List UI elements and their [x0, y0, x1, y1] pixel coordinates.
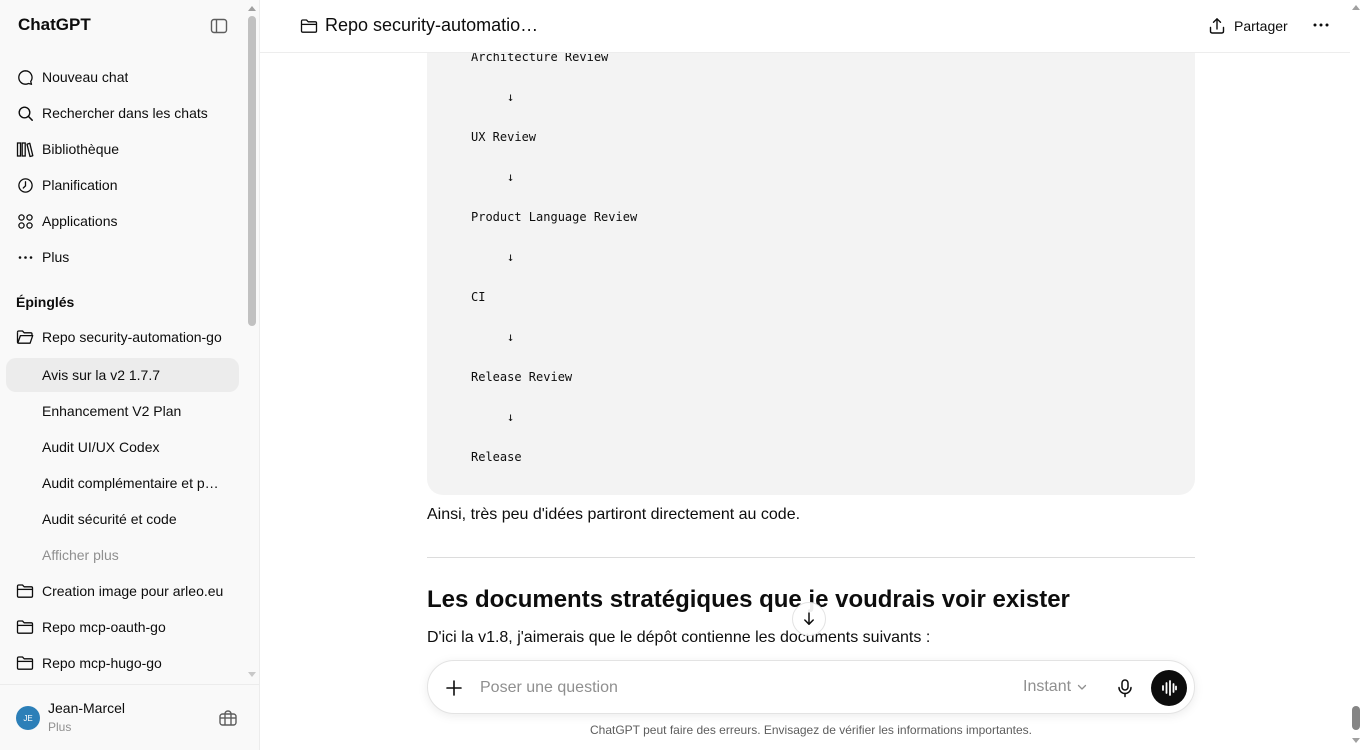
sidebar-item-search[interactable]: Rechercher dans les chats — [6, 96, 239, 130]
sidebar-scrollbar[interactable] — [246, 4, 258, 684]
folder-icon — [16, 618, 34, 636]
sidebar-item-label: Rechercher dans les chats — [42, 105, 208, 121]
scroll-down-arrow-icon[interactable] — [1352, 738, 1360, 743]
voice-mode-button[interactable] — [1151, 670, 1187, 706]
conversation-area: Architecture Review ↓ UX Review ↓ Produc… — [260, 53, 1350, 750]
new-chat-icon — [16, 68, 34, 86]
avatar: JE — [16, 706, 40, 730]
project-chat-item[interactable]: Enhancement V2 Plan — [6, 394, 239, 428]
code-arrow: ↓ — [507, 330, 515, 344]
folder-open-icon — [16, 328, 34, 346]
chat-label: Audit complémentaire et p… — [42, 475, 219, 491]
user-plan: Plus — [48, 720, 72, 734]
show-more-link[interactable]: Afficher plus — [6, 538, 239, 572]
scroll-up-arrow-icon[interactable] — [1352, 5, 1360, 10]
sidebar-item-label: Creation image pour arleo.eu — [42, 583, 224, 599]
scrollbar-thumb[interactable] — [248, 16, 256, 326]
main-panel: Repo security-automatio… Partager Archit… — [260, 0, 1362, 750]
folder-icon — [300, 17, 318, 35]
divider — [427, 557, 1195, 558]
code-line: Product Language Review — [471, 210, 638, 224]
sidebar: ChatGPT Nouveau chat Rechercher dans les… — [0, 0, 260, 750]
scroll-to-bottom-button[interactable] — [792, 602, 826, 636]
code-line: Release Review — [471, 370, 573, 384]
code-arrow: ↓ — [507, 250, 515, 264]
microphone-icon[interactable] — [1114, 677, 1136, 699]
sidebar-item-more[interactable]: Plus — [6, 240, 239, 274]
chat-label: Avis sur la v2 1.7.7 — [42, 367, 161, 383]
sidebar-item-applications[interactable]: Applications — [6, 204, 239, 238]
sidebar-scroll-area: Nouveau chat Rechercher dans les chats B… — [0, 52, 246, 684]
code-line: Architecture Review — [471, 53, 609, 64]
code-block: Architecture Review ↓ UX Review ↓ Produc… — [427, 53, 1195, 495]
code-arrow: ↓ — [507, 90, 515, 104]
scroll-up-arrow-icon[interactable] — [248, 6, 256, 11]
voice-waveform-icon — [1162, 680, 1177, 696]
message-composer: Instant — [427, 660, 1195, 714]
chat-label: Enhancement V2 Plan — [42, 403, 182, 419]
more-dots-icon — [16, 248, 34, 266]
code-line: CI — [471, 290, 486, 304]
response-paragraph: D'ici la v1.8, j'aimerais que le dépôt c… — [427, 629, 931, 646]
search-icon — [16, 104, 34, 122]
response-paragraph: Ainsi, très peu d'idées partiront direct… — [427, 506, 801, 523]
sidebar-item-label: Planification — [42, 177, 118, 193]
share-upload-icon — [1208, 17, 1226, 35]
pinned-section-title: Épinglés — [16, 294, 75, 310]
code-arrow: ↓ — [507, 410, 515, 424]
show-more-label: Afficher plus — [42, 547, 119, 563]
share-button[interactable]: Partager — [1208, 12, 1288, 40]
model-label: Instant — [1023, 678, 1072, 695]
chat-label: Audit UI/UX Codex — [42, 439, 160, 455]
brand-logo[interactable]: ChatGPT — [18, 15, 91, 35]
clock-icon — [16, 176, 34, 194]
sidebar-item-new-chat[interactable]: Nouveau chat — [6, 60, 239, 94]
code-line: Release — [471, 450, 522, 464]
share-label: Partager — [1234, 18, 1288, 34]
sidebar-item-label: Repo security-automation-go — [42, 329, 222, 345]
folder-icon — [16, 582, 34, 600]
gift-icon[interactable] — [218, 709, 238, 727]
sidebar-item-label: Bibliothèque — [42, 141, 120, 157]
arrow-down-icon — [804, 612, 814, 625]
code-arrow: ↓ — [507, 170, 515, 184]
chatgpt-app: ChatGPT Nouveau chat Rechercher dans les… — [0, 0, 1362, 750]
code-line: UX Review — [471, 130, 537, 144]
sidebar-item-label: Applications — [42, 213, 118, 229]
chevron-down-icon — [1077, 684, 1087, 690]
sidebar-header: ChatGPT — [0, 0, 260, 52]
project-title[interactable]: Repo security-automatio… — [325, 15, 538, 36]
top-bar: Repo security-automatio… Partager — [260, 0, 1350, 53]
library-icon — [16, 140, 34, 158]
sidebar-item-library[interactable]: Bibliothèque — [6, 132, 239, 166]
scroll-down-arrow-icon[interactable] — [248, 672, 256, 677]
sidebar-item-planning[interactable]: Planification — [6, 168, 239, 202]
sidebar-item-label: Plus — [42, 249, 70, 265]
chat-label: Audit sécurité et code — [42, 511, 177, 527]
sidebar-folder-mcp-hugo[interactable]: Repo mcp-hugo-go — [6, 646, 239, 680]
project-chat-item[interactable]: Avis sur la v2 1.7.7 — [6, 358, 239, 392]
sidebar-folder-arleo[interactable]: Creation image pour arleo.eu — [6, 574, 239, 608]
user-name: Jean-Marcel — [48, 700, 126, 716]
account-footer[interactable]: JE Jean-Marcel Plus — [0, 684, 260, 750]
apps-grid-icon — [16, 212, 34, 230]
sidebar-project-security-automation[interactable]: Repo security-automation-go — [6, 320, 239, 354]
sidebar-folder-mcp-oauth[interactable]: Repo mcp-oauth-go — [6, 610, 239, 644]
sidebar-item-label: Nouveau chat — [42, 69, 129, 85]
prompt-input[interactable] — [480, 675, 1000, 701]
section-heading: Les documents stratégiques que je voudra… — [427, 586, 1070, 613]
project-chat-item[interactable]: Audit sécurité et code — [6, 502, 239, 536]
model-selector[interactable]: Instant — [1023, 678, 1087, 696]
project-chat-item[interactable]: Audit complémentaire et p… — [6, 466, 239, 500]
plus-icon[interactable] — [444, 678, 464, 698]
folder-icon — [16, 654, 34, 672]
sidebar-item-label: Repo mcp-hugo-go — [42, 655, 162, 671]
project-chat-item[interactable]: Audit UI/UX Codex — [6, 430, 239, 464]
sidebar-item-label: Repo mcp-oauth-go — [42, 619, 166, 635]
disclaimer-text: ChatGPT peut faire des erreurs. Envisage… — [590, 723, 1032, 737]
more-options-icon[interactable] — [1310, 14, 1332, 36]
sidebar-toggle-icon[interactable] — [210, 17, 228, 35]
main-scrollbar[interactable] — [1350, 0, 1362, 750]
